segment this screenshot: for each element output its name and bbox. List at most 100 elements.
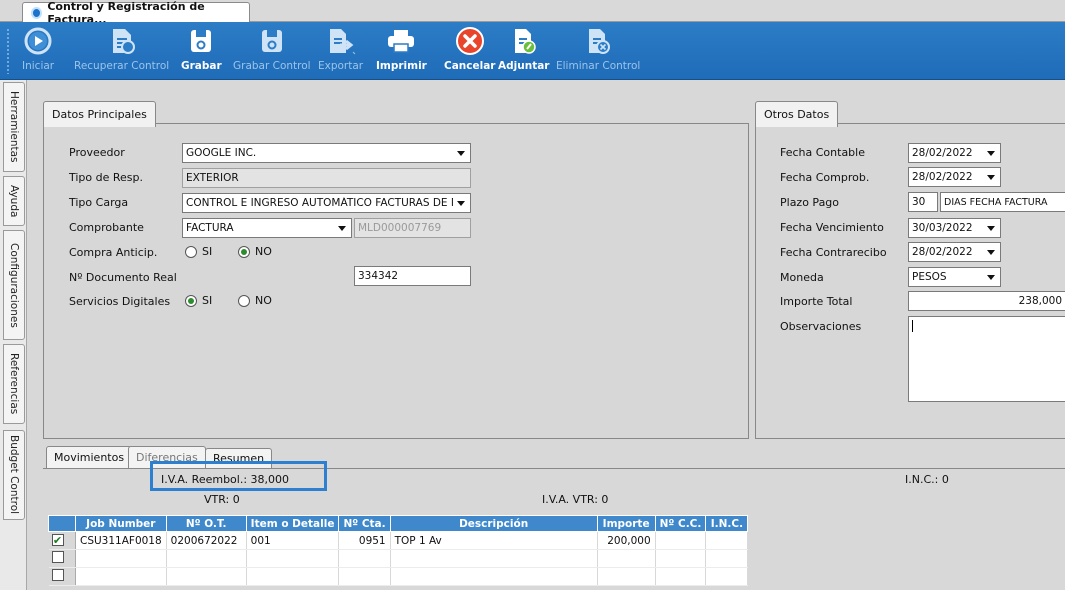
- col-inc[interactable]: I.N.C.: [705, 515, 749, 532]
- cell-importe[interactable]: 200,000: [597, 531, 656, 550]
- fecha-vencimiento-value: 30/03/2022: [912, 222, 973, 234]
- cancelar-button[interactable]: Cancelar: [444, 26, 495, 72]
- col-item-detalle[interactable]: Item o Detalle: [245, 515, 340, 532]
- highlight-box: [150, 461, 327, 491]
- proveedor-select[interactable]: GOOGLE INC.: [182, 143, 471, 163]
- compra-anticip-no-radio[interactable]: NO: [238, 245, 272, 258]
- cell-job-number[interactable]: CSU311AF0018: [75, 531, 167, 550]
- tab-configuraciones[interactable]: Configuraciones: [3, 230, 25, 340]
- tab-otros-datos[interactable]: Otros Datos: [755, 101, 839, 127]
- grabar-control-button[interactable]: Grabar Control: [233, 26, 311, 72]
- table-row[interactable]: [48, 549, 749, 568]
- cell-nro-cc[interactable]: [655, 531, 707, 550]
- tipo-carga-select[interactable]: CONTROL E INGRESO AUTOMÁTICO FACTURAS DE…: [182, 193, 471, 213]
- fecha-contrarecibo-picker[interactable]: 28/02/2022: [908, 242, 1001, 262]
- plazo-dias-input[interactable]: 30: [908, 192, 938, 212]
- document-delete-icon: [583, 26, 613, 56]
- cell-importe[interactable]: [597, 567, 656, 586]
- eliminar-control-label: Eliminar Control: [556, 60, 641, 72]
- cell-item-detalle[interactable]: 001: [246, 531, 340, 550]
- chevron-down-icon: [985, 168, 997, 186]
- fecha-contable-value: 28/02/2022: [912, 147, 973, 159]
- fecha-comprob-label: Fecha Comprob.: [780, 171, 870, 184]
- row-checkbox[interactable]: [51, 569, 64, 581]
- comprobante-select[interactable]: FACTURA: [182, 218, 352, 238]
- radio-label: SI: [202, 245, 213, 258]
- tab-herramientas[interactable]: Herramientas: [3, 82, 25, 172]
- col-job-number[interactable]: Job Number: [75, 515, 167, 532]
- row-checkbox[interactable]: ✔: [51, 534, 64, 547]
- adjuntar-button[interactable]: Adjuntar: [498, 26, 549, 72]
- comprobante-value: FACTURA: [186, 222, 234, 234]
- proveedor-label: Proveedor: [69, 146, 125, 159]
- cell-item-detalle[interactable]: [246, 549, 340, 568]
- importe-total-field[interactable]: 238,000: [908, 291, 1065, 311]
- eliminar-control-button[interactable]: Eliminar Control: [556, 26, 640, 72]
- cell-nro-ot[interactable]: [166, 567, 247, 586]
- save-icon: [186, 26, 216, 56]
- row-checkbox[interactable]: [51, 551, 64, 563]
- tab-movimientos-label: Movimientos: [54, 451, 125, 464]
- table-row[interactable]: [48, 567, 749, 586]
- col-descripcion[interactable]: Descripción: [389, 515, 598, 532]
- cell-nro-ot[interactable]: [166, 549, 247, 568]
- cell-descripcion[interactable]: [390, 549, 598, 568]
- cell-nro-cta[interactable]: [338, 549, 391, 568]
- nro-documento-value: 334342: [358, 270, 399, 282]
- tab-budget-control[interactable]: Budget Control: [3, 430, 25, 520]
- moneda-value: PESOS: [912, 271, 947, 283]
- nro-documento-input[interactable]: 334342: [354, 266, 471, 286]
- table-row[interactable]: ✔ CSU311AF0018 0200672022 001 0951 TOP 1…: [48, 531, 749, 550]
- col-nro-cta[interactable]: Nº Cta.: [338, 515, 391, 532]
- cell-inc[interactable]: [705, 549, 749, 568]
- radio-circle: [185, 245, 197, 258]
- servicios-si-radio[interactable]: SI: [185, 294, 212, 307]
- grabar-button[interactable]: Grabar: [181, 26, 222, 72]
- vtr-value: VTR: 0: [204, 493, 240, 506]
- text-caret: [912, 320, 913, 332]
- tab-datos-principales[interactable]: Datos Principales: [43, 101, 156, 127]
- radio-circle: [185, 294, 197, 307]
- cell-importe[interactable]: [597, 549, 656, 568]
- grabar-control-label: Grabar Control: [233, 60, 311, 72]
- plazo-tipo-field[interactable]: DIAS FECHA FACTURA: [940, 192, 1065, 212]
- fecha-vencimiento-picker[interactable]: 30/03/2022: [908, 218, 1001, 238]
- tab-referencias-label: Referencias: [8, 353, 20, 415]
- cell-nro-ot[interactable]: 0200672022: [166, 531, 247, 550]
- tab-referencias[interactable]: Referencias: [3, 344, 25, 424]
- exportar-button[interactable]: Exportar: [318, 26, 363, 72]
- main-content: Datos Principales Proveedor GOOGLE INC. …: [27, 80, 1065, 590]
- moneda-select[interactable]: PESOS: [908, 267, 1001, 287]
- iniciar-button[interactable]: Iniciar: [22, 26, 54, 72]
- col-importe[interactable]: Importe: [596, 515, 656, 532]
- cell-nro-cc[interactable]: [655, 567, 707, 586]
- tipo-carga-label: Tipo Carga: [69, 196, 129, 209]
- cell-inc[interactable]: [705, 567, 749, 586]
- cell-item-detalle[interactable]: [246, 567, 340, 586]
- cell-nro-cta[interactable]: 0951: [338, 531, 391, 550]
- document-tab[interactable]: Control y Registración de Factura...: [22, 0, 250, 26]
- cell-descripcion[interactable]: [390, 567, 598, 586]
- tab-ayuda[interactable]: Ayuda: [3, 176, 25, 226]
- proveedor-value: GOOGLE INC.: [186, 147, 257, 159]
- cell-nro-cta[interactable]: [338, 567, 391, 586]
- fecha-comprob-picker[interactable]: 28/02/2022: [908, 167, 1001, 187]
- imprimir-button[interactable]: Imprimir: [376, 26, 427, 72]
- cell-job-number[interactable]: [75, 549, 167, 568]
- cell-inc[interactable]: [705, 531, 749, 550]
- cell-nro-cc[interactable]: [655, 549, 707, 568]
- servicios-no-radio[interactable]: NO: [238, 294, 272, 307]
- compra-anticip-si-radio[interactable]: SI: [185, 245, 212, 258]
- tab-herramientas-label: Herramientas: [8, 91, 20, 163]
- comprobante-code-value: MLD000007769: [358, 222, 442, 234]
- recuperar-control-button[interactable]: Recuperar Control: [74, 26, 169, 72]
- tab-movimientos[interactable]: Movimientos: [46, 446, 133, 468]
- col-nro-ot[interactable]: Nº O.T.: [165, 515, 247, 532]
- fecha-contrarecibo-label: Fecha Contrarecibo: [780, 246, 887, 259]
- col-nro-cc[interactable]: Nº C.C.: [654, 515, 707, 532]
- observaciones-textarea[interactable]: [908, 316, 1065, 402]
- fecha-contable-picker[interactable]: 28/02/2022: [908, 143, 1001, 163]
- cell-job-number[interactable]: [75, 567, 167, 586]
- chevron-down-icon: [985, 268, 997, 286]
- cell-descripcion[interactable]: TOP 1 Av: [390, 531, 598, 550]
